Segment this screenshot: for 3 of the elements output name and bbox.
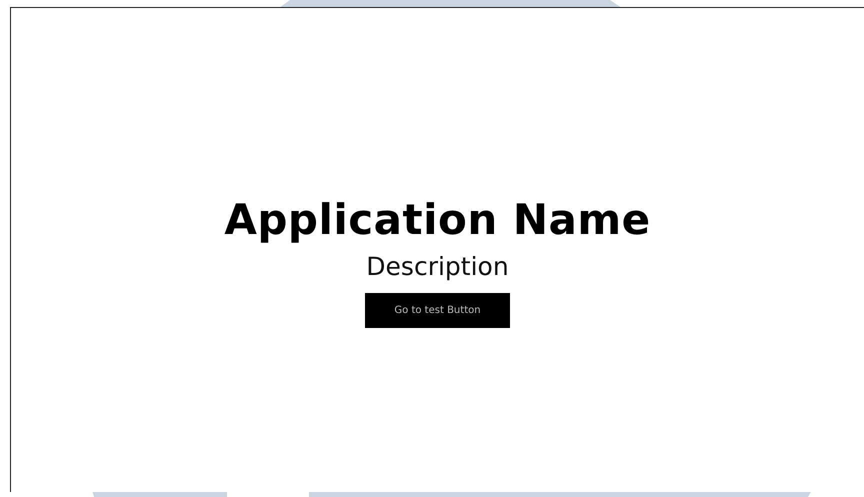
app-title: Application Name — [224, 194, 651, 246]
test-button[interactable]: Go to test Button — [365, 293, 510, 328]
app-description: Description — [366, 251, 509, 283]
